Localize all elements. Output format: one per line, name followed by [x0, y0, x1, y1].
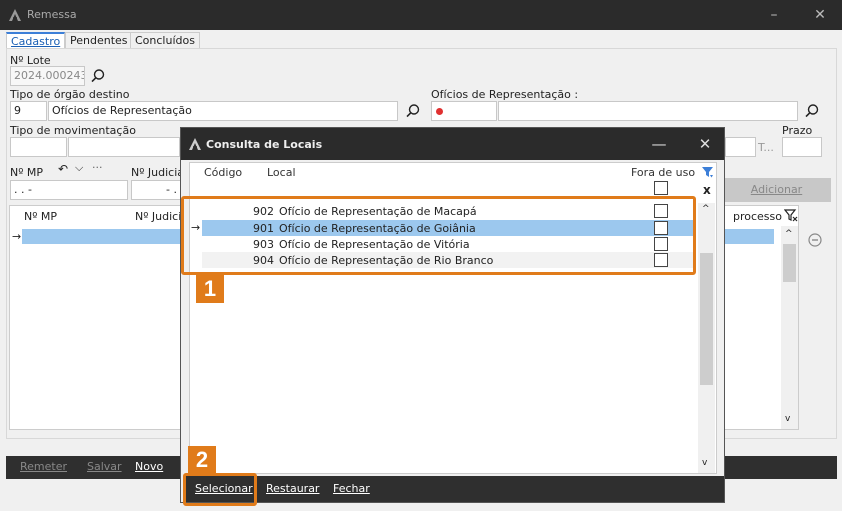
- filter-fora-de-uso-checkbox[interactable]: [654, 181, 668, 195]
- dialog-logo-icon: [189, 138, 201, 150]
- nmp-field[interactable]: . . -: [10, 180, 128, 200]
- header-local: Local: [267, 166, 296, 179]
- close-button[interactable]: ✕: [810, 5, 830, 25]
- tipo-orgao-label: Tipo de órgão destino: [10, 88, 130, 101]
- minimize-button[interactable]: –: [764, 5, 784, 25]
- col-processo: processo: [733, 210, 783, 223]
- tab-pendentes[interactable]: Pendentes: [65, 32, 133, 49]
- header-fora-de-uso: Fora de uso: [631, 166, 696, 179]
- adicionar-button[interactable]: Adicionar: [722, 178, 831, 202]
- dialog-title: Consulta de Locais: [206, 138, 323, 151]
- window-title: Remessa: [27, 8, 77, 21]
- undo-icon[interactable]: ↶: [58, 162, 68, 176]
- search-tipo-orgao-icon[interactable]: [405, 103, 421, 119]
- step-badge-2: 2: [188, 446, 216, 474]
- row-pointer-icon: →: [12, 230, 22, 243]
- tipo-orgao-code-field[interactable]: 9: [10, 101, 47, 121]
- search-oficios-icon[interactable]: [804, 103, 820, 119]
- nmp-label: Nº MP: [10, 166, 44, 179]
- tipo-mov-name-field[interactable]: [68, 137, 180, 157]
- tipo-mov-label: Tipo de movimentação: [10, 124, 136, 137]
- filter-clear-icon[interactable]: [784, 208, 798, 222]
- tab-cadastro[interactable]: Cadastro: [6, 32, 66, 49]
- dialog-titlebar: Consulta de Locais — ✕: [181, 128, 724, 160]
- oficios-name-field[interactable]: [498, 101, 798, 121]
- chevron-down-icon[interactable]: ⌵: [75, 161, 83, 175]
- tipo-orgao-name-field[interactable]: Ofícios de Representação: [48, 101, 398, 121]
- step-badge-1: 1: [196, 275, 224, 303]
- judicial-field[interactable]: - .: [131, 180, 181, 200]
- dialog-close-button[interactable]: ✕: [695, 134, 715, 154]
- filter-icon[interactable]: [701, 165, 715, 179]
- oficios-label: Ofícios de Representação :: [431, 88, 579, 101]
- prazo-label: Prazo: [782, 124, 813, 137]
- required-dot-icon: [436, 108, 443, 115]
- dialog-minimize-button[interactable]: —: [649, 134, 669, 154]
- prazo-field[interactable]: [782, 137, 822, 157]
- dialog-scrollbar[interactable]: ^ v: [698, 203, 715, 473]
- main-scrollbar[interactable]: ^ v: [781, 226, 798, 429]
- lote-field[interactable]: 2024.000243: [10, 66, 85, 86]
- novo-button[interactable]: Novo: [135, 460, 163, 473]
- tab-concluidos[interactable]: Concluídos: [130, 32, 200, 49]
- header-codigo: Código: [204, 166, 243, 179]
- judicial-label: Nº Judicia: [131, 166, 185, 179]
- more-icon[interactable]: ···: [92, 161, 103, 174]
- salvar-button[interactable]: Salvar: [87, 460, 122, 473]
- clear-filter-icon[interactable]: x: [703, 183, 711, 197]
- remeter-button[interactable]: Remeter: [20, 460, 67, 473]
- restaurar-button[interactable]: Restaurar: [266, 482, 319, 495]
- app-logo-icon: [9, 9, 21, 21]
- tipo-mov-code-field[interactable]: [10, 137, 67, 157]
- highlight-box-list: [181, 196, 696, 275]
- search-lote-icon[interactable]: [90, 68, 106, 84]
- fechar-button[interactable]: Fechar: [333, 482, 370, 495]
- consulta-locais-dialog: Consulta de Locais — ✕ Código Local Fora…: [180, 127, 725, 503]
- prazo-suffix: T...: [758, 141, 774, 154]
- window-titlebar: Remessa – ✕: [0, 0, 842, 30]
- dialog-action-bar: Selecionar Restaurar Fechar: [183, 476, 724, 502]
- highlight-box-selecionar: [183, 473, 257, 506]
- oficios-code-field[interactable]: [431, 101, 497, 121]
- remove-row-icon[interactable]: [808, 233, 822, 247]
- mov-extra-field[interactable]: [725, 137, 756, 157]
- col-nmp: Nº MP: [24, 210, 58, 223]
